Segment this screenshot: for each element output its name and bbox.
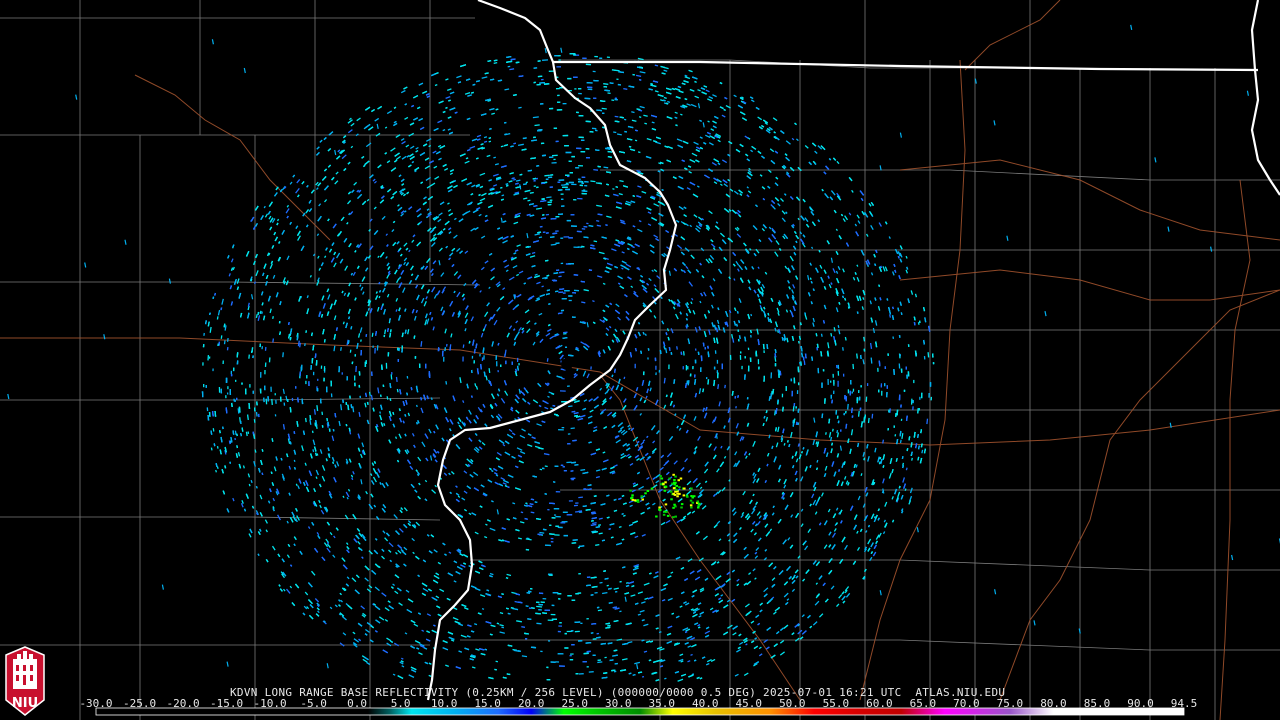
niu-logo-text: NIU (12, 696, 38, 711)
product-caption: KDVN LONG RANGE BASE REFLECTIVITY (0.25K… (230, 686, 1006, 699)
radar-map (0, 0, 1280, 720)
radar-site-dot (561, 358, 573, 370)
niu-logo: NIU (5, 646, 45, 716)
reflectivity-color-scale (95, 707, 1185, 716)
scale-gradient (95, 707, 1185, 716)
